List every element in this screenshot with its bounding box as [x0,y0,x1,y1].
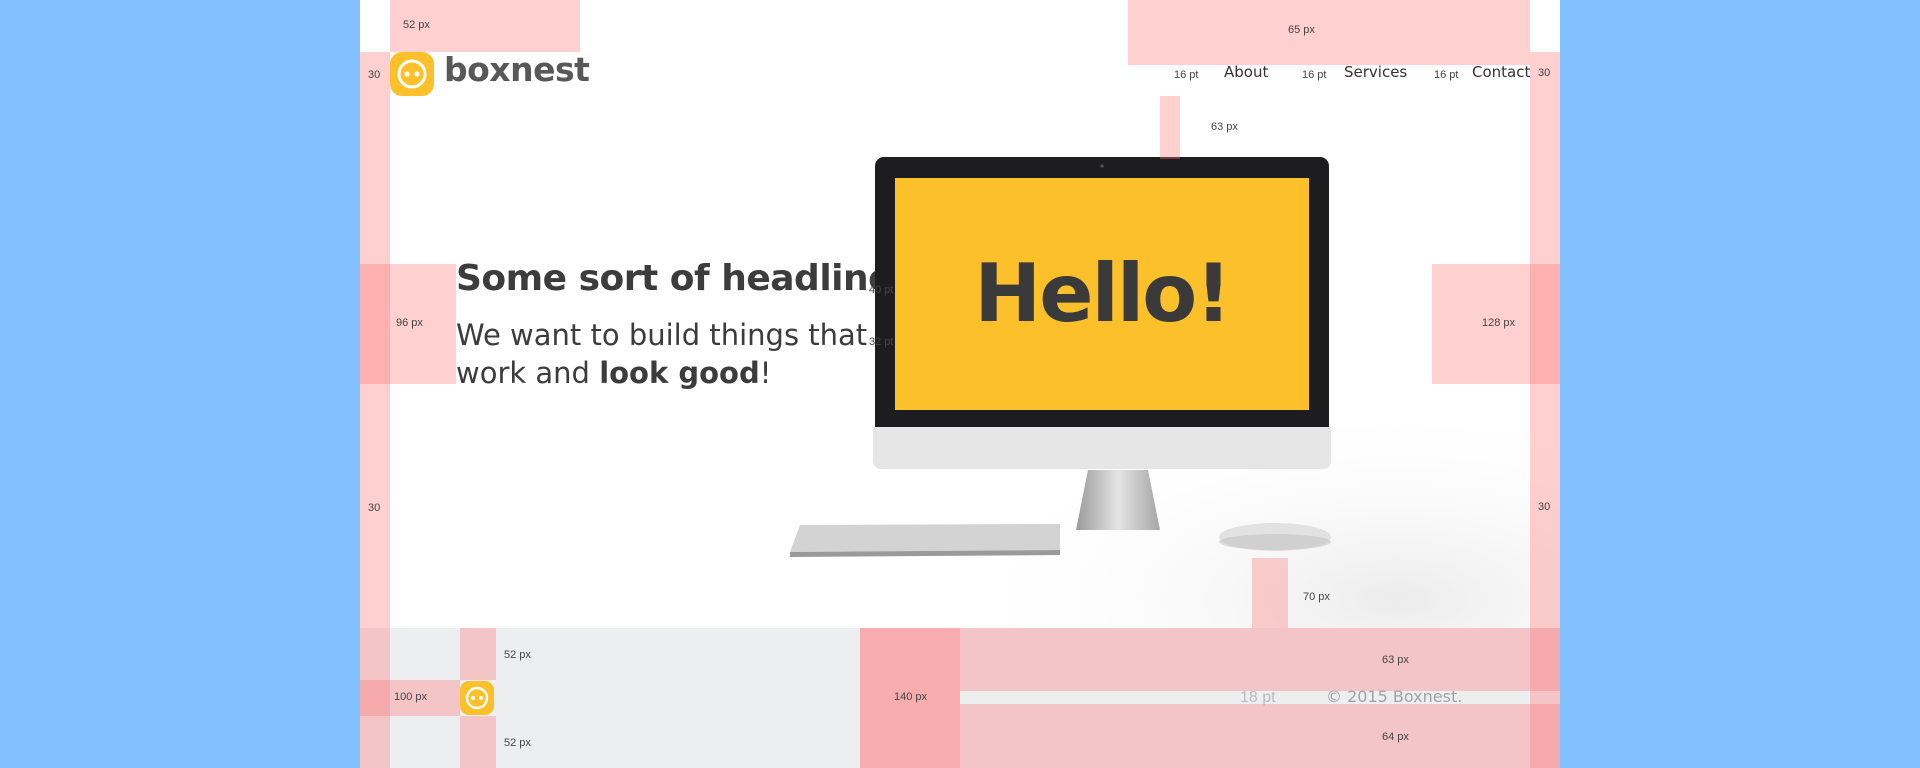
screen-text: Hello! [974,247,1232,340]
nav-contact-link[interactable]: Contact [1472,63,1530,81]
nav-top-label: 65 px [1288,24,1315,36]
footer-text-top-annotation [960,628,1560,691]
gutter-left-label-top: 30 [368,69,381,81]
monitor-top-annotation [1160,96,1180,159]
footer-text-size-label: 18 pt [1240,689,1276,706]
nav-about-link[interactable]: About [1224,63,1268,81]
footer-logo-bottom-label: 52 px [504,737,531,749]
brand-name: boxnest [444,50,590,89]
gutter-left-annotation [360,52,390,768]
hero-left-label: 96 px [396,317,423,329]
footer-logo-bottom-annotation [460,716,496,768]
footer-text-bottom-annotation [960,704,1560,768]
footer-logo-top-annotation [460,628,496,680]
nav-top-annotation [1128,0,1530,65]
logo-top-label: 52 px [403,19,430,31]
headline-size-label: 40 pt [869,284,894,296]
nav-services-link[interactable]: Services [1344,63,1407,81]
hero-subtitle-bold: look good [599,356,760,390]
footer-logo-top-label: 52 px [504,649,531,661]
monitor-top-label: 63 px [1211,121,1238,133]
subtitle-size-label: 32 pt [869,336,894,348]
nav-gap-label-1: 16 pt [1174,69,1199,81]
hero-bottom-annotation [1252,558,1288,628]
footer-gap-label: 140 px [894,691,928,703]
nav-gap-label-3: 16 pt [1434,69,1459,81]
logo-icon [390,52,434,96]
hero-right-label: 128 px [1482,317,1516,329]
footer-logo-icon [460,681,494,715]
footer-left-label: 100 px [394,691,428,703]
nav-gap-label-2: 16 pt [1302,69,1327,81]
gutter-right-label-mid: 30 [1538,501,1551,513]
hero-bottom-label: 70 px [1303,591,1330,603]
footer-text-bottom-label: 64 px [1382,731,1409,743]
footer-text-top-label: 63 px [1382,654,1409,666]
page-canvas: boxnest About Services Contact Some sort… [360,0,1560,768]
gutter-left-label-mid: 30 [368,502,381,514]
gutter-right-label-top: 30 [1538,67,1551,79]
hero-image: Hello! [760,140,1560,628]
